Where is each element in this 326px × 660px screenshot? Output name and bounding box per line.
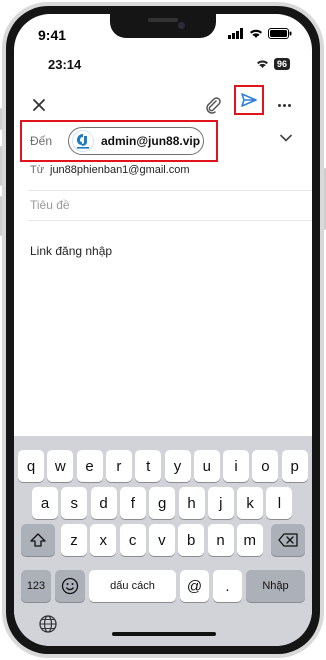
from-email[interactable]: jun88phienban1@gmail.com bbox=[50, 164, 190, 176]
key-s[interactable]: s bbox=[61, 487, 88, 519]
battery-icon bbox=[268, 28, 292, 39]
key-u[interactable]: u bbox=[193, 450, 220, 482]
key-n[interactable]: n bbox=[207, 524, 234, 556]
dot-key[interactable]: . bbox=[213, 570, 242, 602]
recipient-email: admin@jun88.vip bbox=[101, 134, 201, 148]
more-options-button[interactable] bbox=[278, 96, 294, 114]
key-c[interactable]: c bbox=[119, 524, 146, 556]
more-icon-dot bbox=[288, 103, 291, 107]
key-f[interactable]: f bbox=[119, 487, 146, 519]
app-status-bar: 23:14 96 bbox=[14, 54, 312, 82]
key-y[interactable]: y bbox=[164, 450, 191, 482]
send-icon bbox=[241, 93, 257, 107]
emoji-icon bbox=[61, 577, 79, 595]
key-m[interactable]: m bbox=[236, 524, 263, 556]
key-t[interactable]: t bbox=[135, 450, 162, 482]
key-k[interactable]: k bbox=[237, 487, 264, 519]
key-j[interactable]: j bbox=[207, 487, 234, 519]
app-status-icons: 96 bbox=[256, 58, 290, 70]
close-icon[interactable] bbox=[30, 96, 48, 114]
return-key[interactable]: Nhập bbox=[246, 570, 305, 602]
at-key[interactable]: @ bbox=[180, 570, 209, 602]
home-indicator bbox=[112, 632, 216, 636]
wifi-icon bbox=[257, 60, 268, 69]
key-o[interactable]: o bbox=[252, 450, 279, 482]
signal-icon bbox=[228, 28, 243, 39]
key-e[interactable]: e bbox=[76, 450, 103, 482]
key-v[interactable]: v bbox=[148, 524, 175, 556]
globe-icon[interactable] bbox=[38, 614, 58, 634]
app-clock: 23:14 bbox=[48, 57, 82, 72]
key-g[interactable]: g bbox=[149, 487, 176, 519]
divider bbox=[28, 220, 312, 221]
os-status-bar: 9:41 bbox=[14, 14, 312, 54]
key-i[interactable]: i bbox=[223, 450, 250, 482]
to-field-row[interactable]: Đến admin@jun88.vip bbox=[20, 120, 218, 162]
backspace-key[interactable] bbox=[271, 524, 305, 556]
battery-badge: 96 bbox=[273, 58, 290, 70]
space-key[interactable]: dấu cách bbox=[89, 570, 176, 602]
key-x[interactable]: x bbox=[90, 524, 117, 556]
phone-frame: 9:41 23:14 96 Đến admin@jun88.vip Từ jun… bbox=[0, 0, 326, 660]
backspace-icon bbox=[278, 533, 298, 547]
divider bbox=[28, 190, 312, 191]
jun88-logo-icon bbox=[77, 134, 89, 149]
send-button[interactable] bbox=[234, 85, 264, 115]
key-p[interactable]: p bbox=[281, 450, 308, 482]
key-h[interactable]: h bbox=[178, 487, 205, 519]
recipient-chip[interactable]: admin@jun88.vip bbox=[68, 127, 204, 155]
more-icon-dot bbox=[283, 103, 286, 107]
key-w[interactable]: w bbox=[47, 450, 74, 482]
screen: 9:41 23:14 96 Đến admin@jun88.vip Từ jun… bbox=[14, 14, 312, 646]
on-screen-keyboard: 123 dấu cách @ . Nhập qwertyuiop asdfghjk… bbox=[14, 436, 312, 646]
key-q[interactable]: q bbox=[18, 450, 44, 482]
wifi-icon bbox=[250, 29, 262, 38]
emoji-key[interactable] bbox=[55, 570, 85, 602]
key-d[interactable]: d bbox=[90, 487, 117, 519]
os-status-icons bbox=[228, 28, 292, 39]
numbers-key[interactable]: 123 bbox=[21, 570, 51, 602]
shift-key[interactable] bbox=[21, 524, 55, 556]
message-body[interactable]: Link đăng nhập bbox=[30, 244, 112, 258]
shift-icon bbox=[30, 533, 46, 547]
chevron-down-icon[interactable] bbox=[280, 134, 292, 142]
from-field-row: Từ jun88phienban1@gmail.com bbox=[14, 162, 312, 190]
key-a[interactable]: a bbox=[32, 487, 58, 519]
from-label: Từ bbox=[30, 164, 45, 176]
key-l[interactable]: l bbox=[266, 487, 293, 519]
recipient-avatar bbox=[72, 130, 94, 152]
key-b[interactable]: b bbox=[178, 524, 205, 556]
os-clock: 9:41 bbox=[38, 27, 67, 43]
key-r[interactable]: r bbox=[105, 450, 132, 482]
paperclip-icon[interactable] bbox=[204, 96, 222, 114]
key-z[interactable]: z bbox=[61, 524, 87, 556]
subject-input[interactable]: Tiêu đề bbox=[30, 198, 70, 212]
more-icon bbox=[278, 103, 281, 107]
to-label: Đến bbox=[30, 134, 53, 148]
